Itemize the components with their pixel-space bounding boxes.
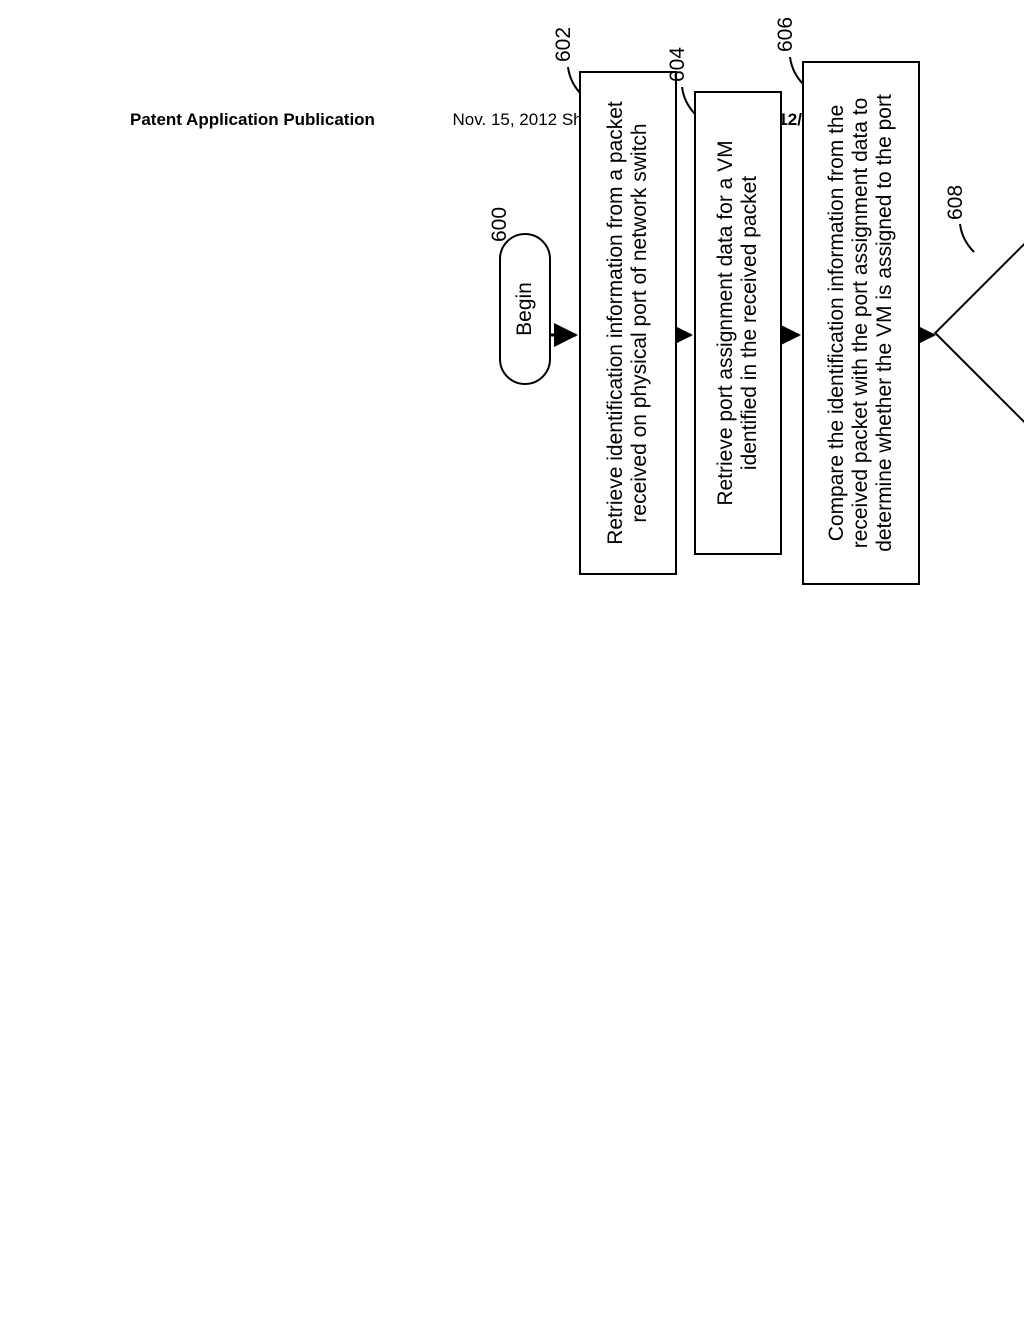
flow-begin-label: Begin	[513, 282, 537, 336]
flow-step-602-label: Retrieve identification information from…	[604, 83, 652, 563]
flow-step-604-label: Retrieve port assignment data for a VM i…	[714, 103, 762, 543]
flow-decision-608: VM assigned to port ?	[974, 240, 1024, 430]
flow-step-606-label: Compare the identification information f…	[825, 73, 897, 573]
ref-602: 602	[552, 27, 576, 62]
ref-604: 604	[666, 47, 690, 82]
flow-step-602: Retrieve identification information from…	[579, 71, 677, 575]
flow-begin: Begin	[499, 233, 551, 385]
ref-600: 600	[488, 207, 512, 242]
publication-label: Patent Application Publication	[130, 110, 375, 130]
flow-step-606: Compare the identification information f…	[802, 61, 920, 585]
flow-step-604: Retrieve port assignment data for a VM i…	[694, 91, 782, 555]
ref-606: 606	[774, 17, 798, 52]
ref-608: 608	[944, 185, 968, 220]
